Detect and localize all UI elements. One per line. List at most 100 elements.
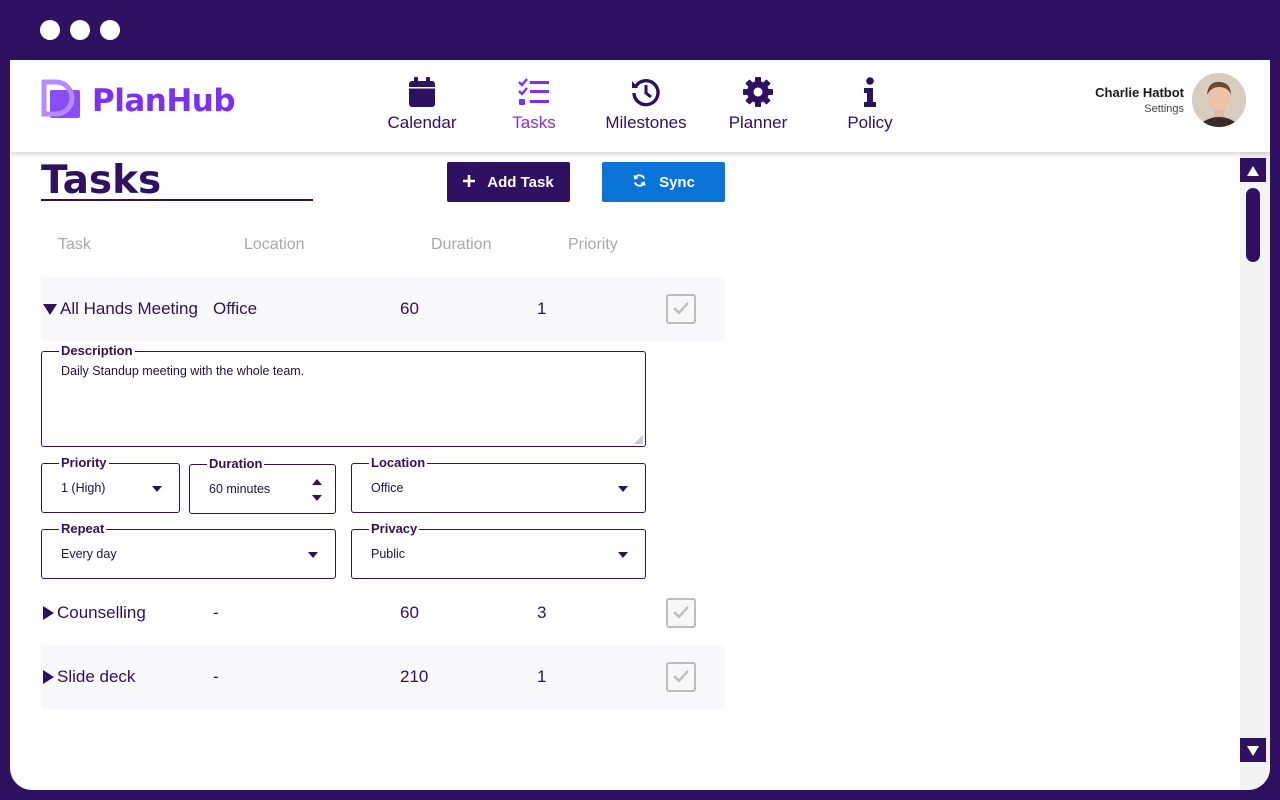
nav-item-policy[interactable]: Policy bbox=[814, 76, 926, 133]
add-task-button[interactable]: Add Task bbox=[447, 162, 570, 202]
repeat-label: Repeat bbox=[59, 521, 107, 537]
stepper-up-icon[interactable] bbox=[312, 479, 322, 485]
tasks-icon bbox=[518, 76, 550, 108]
table-row[interactable]: Slide deck - 210 1 bbox=[41, 645, 725, 709]
column-header-task[interactable]: Task bbox=[58, 236, 91, 254]
nav-item-tasks[interactable]: Tasks bbox=[478, 76, 590, 133]
app-logo[interactable]: PlanHub bbox=[40, 78, 236, 124]
add-task-label: Add Task bbox=[487, 173, 554, 191]
column-header-location[interactable]: Location bbox=[244, 236, 305, 254]
column-header-duration[interactable]: Duration bbox=[431, 236, 491, 254]
triangle-up-icon bbox=[1247, 161, 1259, 180]
history-icon bbox=[631, 76, 661, 108]
priority-label: Priority bbox=[59, 455, 109, 471]
triangle-down-icon bbox=[1247, 741, 1259, 760]
done-checkbox[interactable] bbox=[666, 662, 696, 692]
task-name: Counselling bbox=[57, 603, 146, 622]
repeat-value: Every day bbox=[61, 547, 117, 561]
scrollbar-thumb[interactable] bbox=[1246, 188, 1260, 262]
task-cell[interactable]: Slide deck bbox=[43, 645, 135, 709]
window-dot-minimize[interactable] bbox=[70, 20, 90, 40]
avatar[interactable] bbox=[1192, 73, 1246, 127]
nav-item-calendar[interactable]: Calendar bbox=[366, 76, 478, 133]
location-value: Office bbox=[371, 481, 404, 495]
checkmark-icon bbox=[672, 668, 690, 687]
checkmark-icon bbox=[672, 300, 690, 319]
main-content: Tasks Add Task Sync Task Location Durati… bbox=[10, 152, 1240, 790]
priority-cell: 1 bbox=[537, 299, 547, 318]
privacy-value: Public bbox=[371, 547, 406, 561]
location-cell: - bbox=[213, 603, 219, 622]
gear-icon bbox=[743, 76, 773, 108]
priority-cell: 3 bbox=[537, 603, 547, 622]
window-controls bbox=[40, 20, 120, 40]
duration-stepper[interactable]: Duration 60 minutes bbox=[189, 456, 336, 514]
done-checkbox[interactable] bbox=[666, 598, 696, 628]
dropdown-arrow-icon[interactable] bbox=[618, 486, 628, 492]
duration-cell: 60 bbox=[400, 603, 419, 622]
duration-cell: 210 bbox=[400, 667, 429, 686]
expand-caret-icon[interactable] bbox=[43, 606, 54, 620]
table-row[interactable]: All Hands Meeting Office 60 1 bbox=[41, 277, 725, 341]
dropdown-arrow-icon[interactable] bbox=[618, 552, 628, 558]
nav-item-planner[interactable]: Planner bbox=[702, 76, 814, 133]
resize-handle-icon[interactable] bbox=[633, 434, 643, 444]
repeat-select[interactable]: Repeat Every day bbox=[41, 521, 336, 579]
nav-label-calendar: Calendar bbox=[387, 113, 457, 132]
privacy-select[interactable]: Privacy Public bbox=[351, 521, 646, 579]
collapse-caret-icon[interactable] bbox=[43, 303, 57, 315]
duration-cell: 60 bbox=[400, 299, 419, 318]
window-dot-maximize[interactable] bbox=[100, 20, 120, 40]
user-menu[interactable]: Charlie Hatbot Settings bbox=[1095, 73, 1246, 127]
description-value: Daily Standup meeting with the whole tea… bbox=[61, 364, 305, 378]
duration-label: Duration bbox=[207, 456, 265, 472]
nav-label-tasks: Tasks bbox=[512, 113, 556, 132]
vertical-scrollbar[interactable] bbox=[1240, 152, 1270, 790]
sync-button[interactable]: Sync bbox=[602, 162, 725, 202]
task-name: Slide deck bbox=[57, 667, 136, 686]
duration-value: 60 minutes bbox=[209, 482, 271, 496]
scroll-up-button[interactable] bbox=[1240, 158, 1266, 182]
app-name: PlanHub bbox=[92, 83, 236, 119]
description-field[interactable]: Description Daily Standup meeting with t… bbox=[41, 343, 646, 447]
done-checkbox[interactable] bbox=[666, 294, 696, 324]
planhub-logo-icon bbox=[40, 78, 82, 124]
top-header: PlanHub Calendar Tasks Milestones Planne… bbox=[10, 60, 1270, 152]
sync-icon bbox=[632, 173, 647, 192]
dropdown-arrow-icon[interactable] bbox=[308, 552, 318, 558]
nav-item-milestones[interactable]: Milestones bbox=[590, 76, 702, 133]
info-icon bbox=[863, 76, 877, 108]
priority-value: 1 (High) bbox=[61, 481, 106, 495]
nav-label-planner: Planner bbox=[728, 113, 788, 132]
column-header-priority[interactable]: Priority bbox=[568, 236, 618, 254]
nav-label-milestones: Milestones bbox=[605, 113, 687, 132]
settings-link[interactable]: Settings bbox=[1095, 103, 1184, 115]
expand-caret-icon[interactable] bbox=[43, 670, 54, 684]
dropdown-arrow-icon[interactable] bbox=[152, 486, 162, 492]
privacy-label: Privacy bbox=[369, 521, 420, 537]
title-underline bbox=[41, 199, 313, 201]
main-nav: Calendar Tasks Milestones Planner Policy bbox=[366, 76, 926, 133]
table-row[interactable]: Counselling - 60 3 bbox=[41, 581, 725, 645]
plus-icon bbox=[463, 174, 476, 191]
location-select[interactable]: Location Office bbox=[351, 455, 646, 513]
stepper-down-icon[interactable] bbox=[312, 495, 322, 501]
user-name: Charlie Hatbot bbox=[1095, 85, 1184, 100]
priority-cell: 1 bbox=[537, 667, 547, 686]
app-window-frame: PlanHub Calendar Tasks Milestones Planne… bbox=[0, 0, 1280, 800]
checkmark-icon bbox=[672, 604, 690, 623]
user-info: Charlie Hatbot Settings bbox=[1095, 85, 1184, 115]
priority-select[interactable]: Priority 1 (High) bbox=[41, 455, 180, 513]
task-cell[interactable]: Counselling bbox=[43, 581, 146, 645]
scroll-down-button[interactable] bbox=[1240, 738, 1266, 762]
task-name: All Hands Meeting bbox=[60, 299, 198, 318]
task-cell[interactable]: All Hands Meeting bbox=[43, 277, 198, 341]
location-label: Location bbox=[369, 455, 428, 471]
calendar-icon bbox=[408, 76, 436, 108]
stepper-arrows-icon[interactable] bbox=[312, 479, 322, 501]
page-title: Tasks bbox=[41, 158, 162, 203]
window-dot-close[interactable] bbox=[40, 20, 60, 40]
location-cell: Office bbox=[213, 299, 258, 318]
sync-label: Sync bbox=[659, 173, 695, 191]
app-window: PlanHub Calendar Tasks Milestones Planne… bbox=[10, 60, 1270, 790]
